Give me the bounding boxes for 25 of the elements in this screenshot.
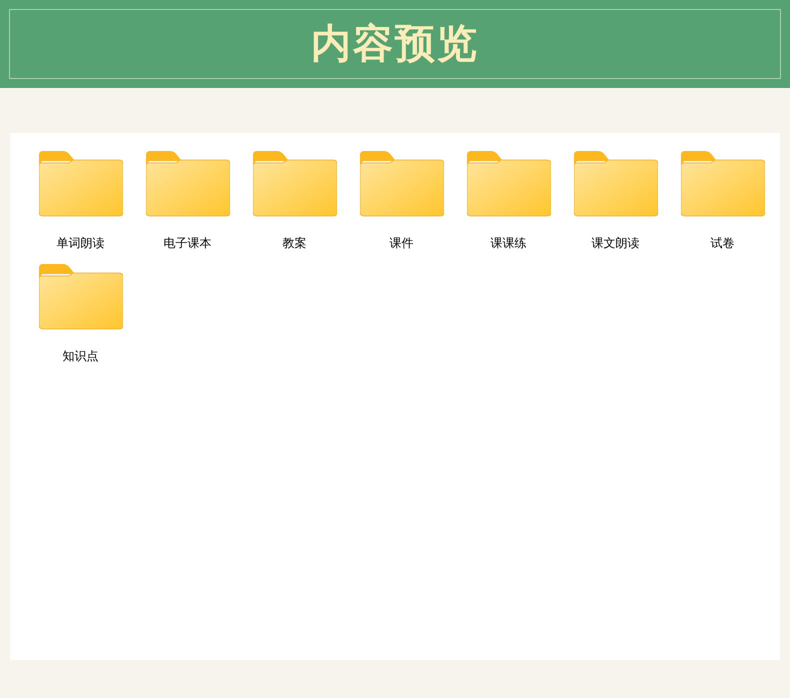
- folder-icon: [680, 151, 764, 217]
- folder-label: 教案: [282, 235, 306, 251]
- folder-item[interactable]: 单词朗读: [27, 151, 134, 251]
- folder-label: 单词朗读: [56, 235, 104, 251]
- folder-label: 知识点: [62, 348, 98, 364]
- folder-item[interactable]: 试卷: [669, 151, 776, 251]
- folder-icon: [360, 151, 444, 217]
- folder-label: 试卷: [710, 235, 734, 251]
- folder-label: 课课练: [490, 235, 526, 251]
- folder-label: 课件: [390, 235, 414, 251]
- folder-icon: [38, 151, 122, 217]
- folder-icon: [574, 151, 658, 217]
- folder-item[interactable]: 电子课本: [134, 151, 241, 251]
- folder-item[interactable]: 课文朗读: [562, 151, 669, 251]
- folder-icon: [466, 151, 550, 217]
- folder-label: 课文朗读: [592, 235, 640, 251]
- folder-item[interactable]: 知识点: [27, 264, 134, 364]
- folder-icon: [38, 264, 122, 330]
- folder-item[interactable]: 教案: [241, 151, 348, 251]
- folder-icon: [146, 151, 230, 217]
- folder-item[interactable]: 课课练: [455, 151, 562, 251]
- folder-item[interactable]: 课件: [348, 151, 455, 251]
- folder-label: 电子课本: [164, 235, 212, 251]
- folder-icon: [252, 151, 336, 217]
- page-title: 内容预览: [311, 24, 479, 64]
